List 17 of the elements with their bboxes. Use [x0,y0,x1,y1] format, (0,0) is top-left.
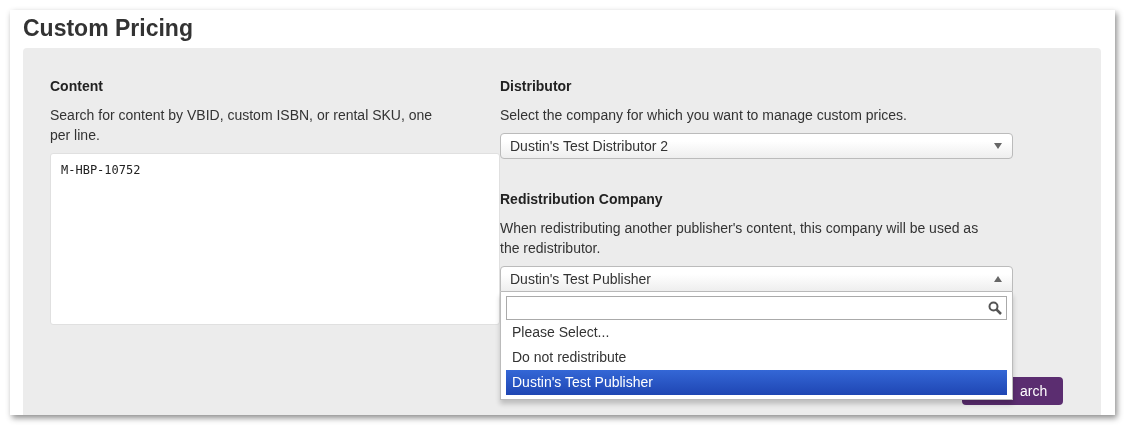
caret-up-icon [994,276,1002,282]
redistribution-help-text: When redistributing another publisher's content, this company will be used as the redistributor. [500,219,980,258]
dropdown-option[interactable]: Dustin's Test Publisher [506,370,1007,395]
caret-down-icon [994,143,1002,149]
dropdown-option[interactable]: Do not redistribute [506,345,1007,370]
content-label: Content [50,77,104,96]
content-text-area[interactable]: M-HBP-10752 [50,153,500,325]
page-title: Custom Pricing [23,14,194,42]
redistribution-label: Redistribution Company [500,190,664,209]
content-help-text: Search for content by VBID, custom ISBN, or rental SKU, one per line. [50,106,434,145]
dropdown-search-field[interactable] [506,296,1007,320]
search-icon [988,301,1002,315]
redistribution-select[interactable]: Dustin's Test Publisher [500,266,1013,292]
distributor-select[interactable]: Dustin's Test Distributor 2 [500,133,1013,159]
distributor-label: Distributor [500,77,573,96]
distributor-help-text: Select the company for which you want to manage custom prices. [500,106,908,125]
dropdown-option[interactable]: Please Select... [506,320,1007,345]
